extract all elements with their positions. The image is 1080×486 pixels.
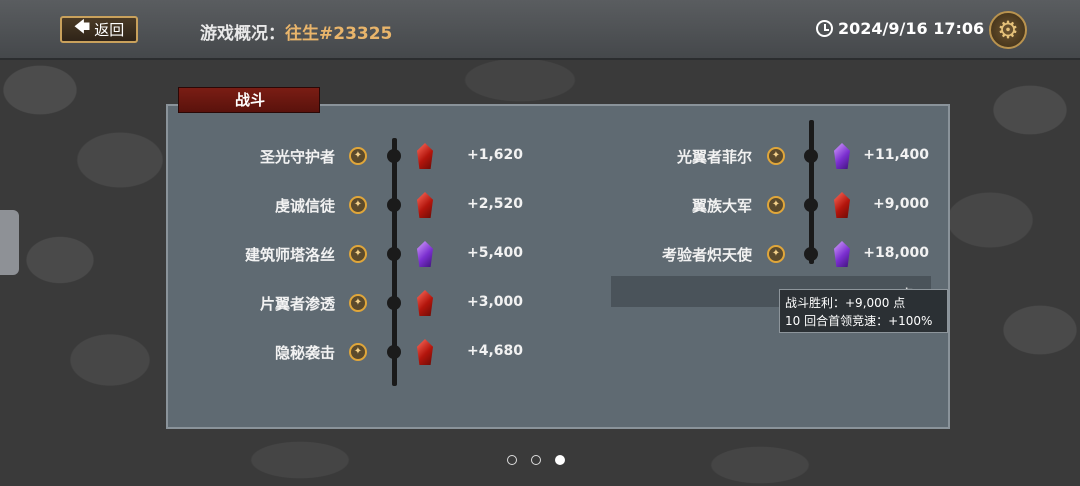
score-row[interactable]: 光翼者菲尔 ✦ +11,400 xyxy=(0,142,1080,170)
gear-icon[interactable]: ⚙ xyxy=(989,11,1027,49)
row-value: +4,680 xyxy=(467,343,524,359)
score-row[interactable]: 考验者炽天使 ✦ +18,000 xyxy=(0,240,1080,268)
medal-icon: ✦ xyxy=(767,245,785,263)
row-name: 翼族大军 xyxy=(691,197,752,215)
row-name: 光翼者菲尔 xyxy=(676,148,752,166)
score-row[interactable]: 隐秘袭击 ✦ +4,680 xyxy=(0,338,1080,366)
track-node xyxy=(804,149,818,163)
medal-icon: ✦ xyxy=(767,196,785,214)
back-button-label: 返回 xyxy=(94,21,125,39)
row-name: 考验者炽天使 xyxy=(661,246,752,264)
red-gem-icon xyxy=(417,339,433,365)
row-value: +11,400 xyxy=(863,147,929,163)
track-node xyxy=(387,345,401,359)
page-dot-1[interactable] xyxy=(507,455,517,465)
purple-gem-icon xyxy=(834,241,850,267)
title-label: 游戏概况： xyxy=(200,24,285,44)
datetime-display: 2024/9/16 17:06 xyxy=(816,19,984,38)
pagination xyxy=(507,455,565,465)
arrow-left-icon: 🡄 xyxy=(73,17,91,36)
panel-label: 战斗 xyxy=(178,87,320,113)
row-name: 片翼者渗透 xyxy=(259,295,335,313)
medal-icon: ✦ xyxy=(349,343,367,361)
top-bar: 🡄 返回 游戏概况：往生#23325 2024/9/16 17:06 ⚙ xyxy=(0,0,1080,60)
page-dot-3[interactable] xyxy=(555,455,565,465)
score-row[interactable]: 翼族大军 ✦ +9,000 xyxy=(0,191,1080,219)
medal-icon: ✦ xyxy=(767,147,785,165)
clock-icon xyxy=(816,20,833,37)
medal-icon: ✦ xyxy=(349,294,367,312)
track-node xyxy=(804,247,818,261)
page-dot-2[interactable] xyxy=(531,455,541,465)
purple-gem-icon xyxy=(834,143,850,169)
row-value: +18,000 xyxy=(863,245,929,261)
red-gem-icon xyxy=(417,290,433,316)
track-node xyxy=(387,296,401,310)
tooltip-line-1: 战斗胜利：+9,000 点 xyxy=(785,296,906,310)
score-tooltip: 战斗胜利：+9,000 点 10 回合首领竞速：+100% xyxy=(779,289,948,333)
datetime-text: 2024/9/16 17:06 xyxy=(838,19,985,38)
tooltip-line-2: 10 回合首领竞速：+100% xyxy=(785,314,933,328)
row-value: +9,000 xyxy=(872,196,929,212)
back-button[interactable]: 🡄 返回 xyxy=(60,16,138,43)
game-overview-title: 游戏概况：往生#23325 xyxy=(200,19,392,44)
row-value: +3,000 xyxy=(467,294,524,310)
title-value: 往生#23325 xyxy=(285,24,393,44)
row-name: 隐秘袭击 xyxy=(274,344,335,362)
track-node xyxy=(804,198,818,212)
red-gem-icon xyxy=(834,192,850,218)
